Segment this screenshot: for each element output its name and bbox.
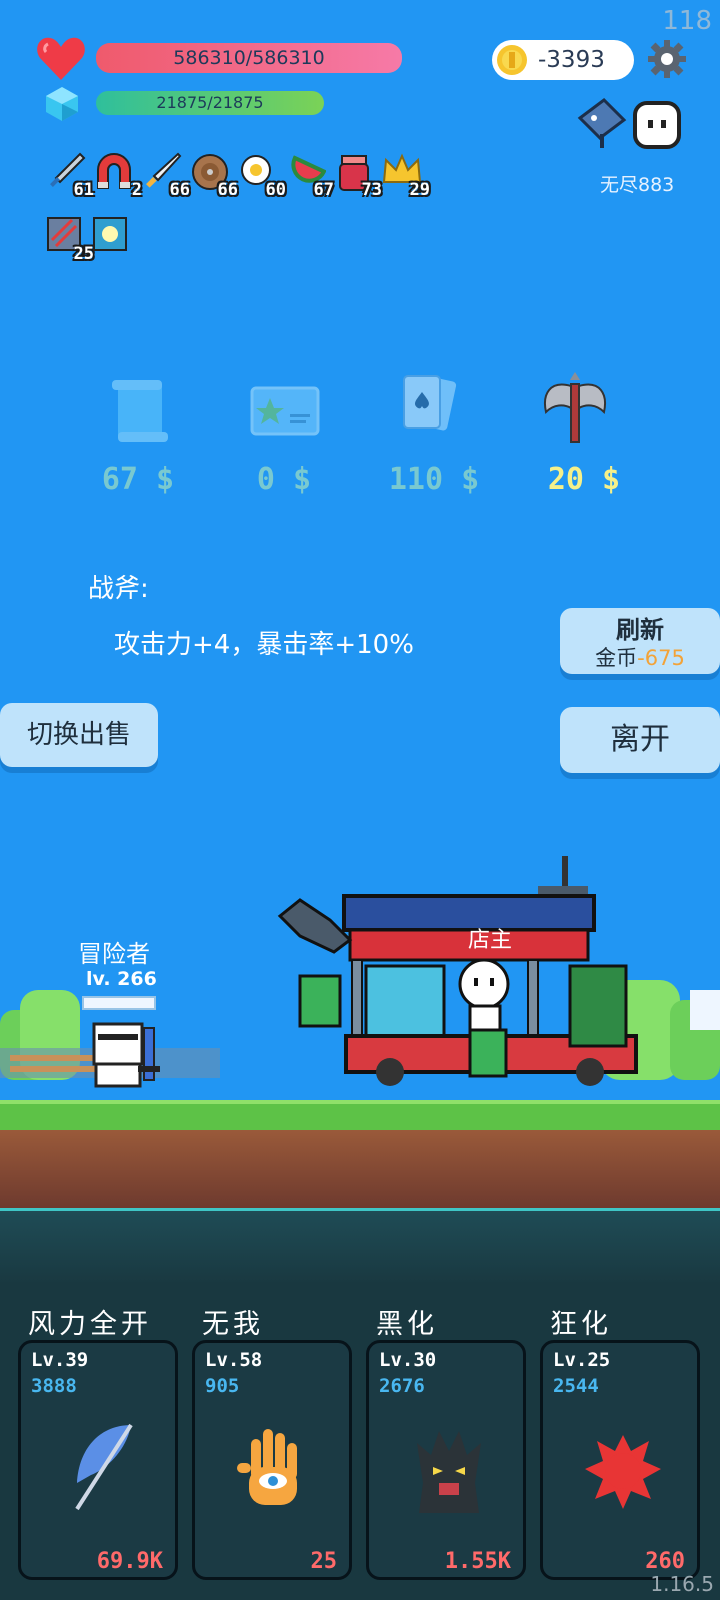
skill-level: Lv.39 [31, 1349, 89, 1371]
leave-button[interactable]: 离开 [560, 707, 720, 773]
refresh-cost: 金币-675 [560, 642, 720, 672]
skill-level: Lv.58 [205, 1349, 263, 1371]
item-count: 2 [131, 180, 142, 200]
item-count: 61 [73, 180, 94, 200]
skill-level: Lv.30 [379, 1349, 437, 1371]
water-strip [0, 1208, 720, 1285]
skill-name: 无我 [202, 1309, 264, 1340]
grass-ground [0, 1100, 720, 1130]
skill-card-berserk[interactable]: Lv.25 2544 260 [540, 1340, 700, 1580]
heart-icon [36, 36, 86, 86]
adventurer-hp-mini-bar [82, 996, 156, 1010]
dagger-icon[interactable]: 66 [142, 152, 190, 200]
skill-name: 黑化 [376, 1309, 438, 1340]
skill-power: 2544 [553, 1375, 599, 1397]
scroll-icon[interactable] [104, 376, 174, 446]
skill-power: 2676 [379, 1375, 425, 1397]
shop-price-scroll: 67 $ [101, 462, 175, 497]
adventurer-label: 冒险者 [78, 940, 150, 968]
sword-icon[interactable]: 61 [46, 152, 94, 200]
item-count: 73 [361, 180, 382, 200]
ghost-avatar-icon[interactable] [632, 100, 682, 154]
skill-card-darken[interactable]: Lv.30 2676 1.55K [366, 1340, 526, 1580]
skill-power: 3888 [31, 1375, 77, 1397]
mana-crystal-icon [44, 86, 80, 126]
mp-bar: 21875/21875 [96, 91, 324, 115]
feather-icon [61, 1419, 141, 1523]
settings-gear-icon[interactable] [646, 38, 688, 84]
skill-cost: 260 [645, 1549, 685, 1574]
battle-axe-icon[interactable] [540, 370, 610, 443]
eye-hand-icon [231, 1419, 311, 1523]
shop-price-star-card: 0 $ [256, 462, 312, 497]
item-description: 攻击力+4，暴击率+10% [114, 630, 414, 660]
item-count: 25 [73, 244, 94, 264]
refresh-cost-prefix: 金币 [595, 646, 638, 670]
skill-card-wind[interactable]: Lv.39 3888 69.9K [18, 1340, 178, 1580]
jam-jar-icon[interactable]: 73 [334, 152, 382, 200]
shop-price-cards: 110 $ [388, 462, 480, 497]
shield-icon[interactable]: 66 [190, 152, 238, 200]
egg-icon[interactable]: 60 [238, 152, 286, 200]
crown-icon[interactable]: 29 [382, 152, 430, 200]
item-name: 战斧: [88, 574, 149, 604]
coin-value: -3393 [538, 47, 605, 73]
item-count: 60 [265, 180, 286, 200]
fps-counter: 118 [662, 6, 712, 36]
skill-card-selfless[interactable]: Lv.58 905 25 [192, 1340, 352, 1580]
item-count: 29 [409, 180, 430, 200]
item-count: 67 [313, 180, 334, 200]
skill-name: 狂化 [550, 1309, 612, 1340]
dirt-ground [0, 1130, 720, 1208]
star-card-icon[interactable] [250, 376, 320, 446]
shop-price-axe: 20 $ [547, 462, 621, 497]
coin-icon [496, 44, 528, 80]
magnet-icon[interactable]: 2 [94, 152, 142, 200]
skill-level: Lv.25 [553, 1349, 611, 1371]
refresh-label: 刷新 [616, 616, 664, 644]
scratched-card-icon[interactable]: 25 [46, 216, 94, 264]
knight-sprite[interactable] [88, 1020, 168, 1104]
merchant-cart[interactable] [270, 856, 650, 1110]
skill-cost: 69.9K [96, 1549, 163, 1574]
glowing-tile-icon[interactable] [92, 216, 132, 256]
skill-cost: 1.55K [444, 1549, 511, 1574]
skill-name: 风力全开 [28, 1309, 152, 1340]
skill-power: 905 [205, 1375, 240, 1397]
shopkeeper-label: 店主 [468, 928, 513, 953]
red-splat-icon [581, 1429, 665, 1517]
adventurer-level: lv. 266 [86, 968, 157, 990]
item-count: 66 [169, 180, 190, 200]
dark-tree-icon [409, 1423, 489, 1523]
switch-sell-button[interactable]: 切换出售 [0, 703, 158, 767]
item-count: 66 [217, 180, 238, 200]
endless-mode-label: 无尽883 [600, 174, 675, 196]
refresh-cost-value: -675 [637, 646, 685, 670]
fish-flag-icon[interactable] [574, 98, 630, 154]
hp-bar: 586310/586310 [96, 43, 402, 73]
playing-cards-icon[interactable] [398, 372, 468, 442]
watermelon-icon[interactable]: 67 [286, 152, 334, 200]
version-label: 1.16.5 [650, 1572, 714, 1596]
skill-cost: 25 [310, 1549, 338, 1574]
